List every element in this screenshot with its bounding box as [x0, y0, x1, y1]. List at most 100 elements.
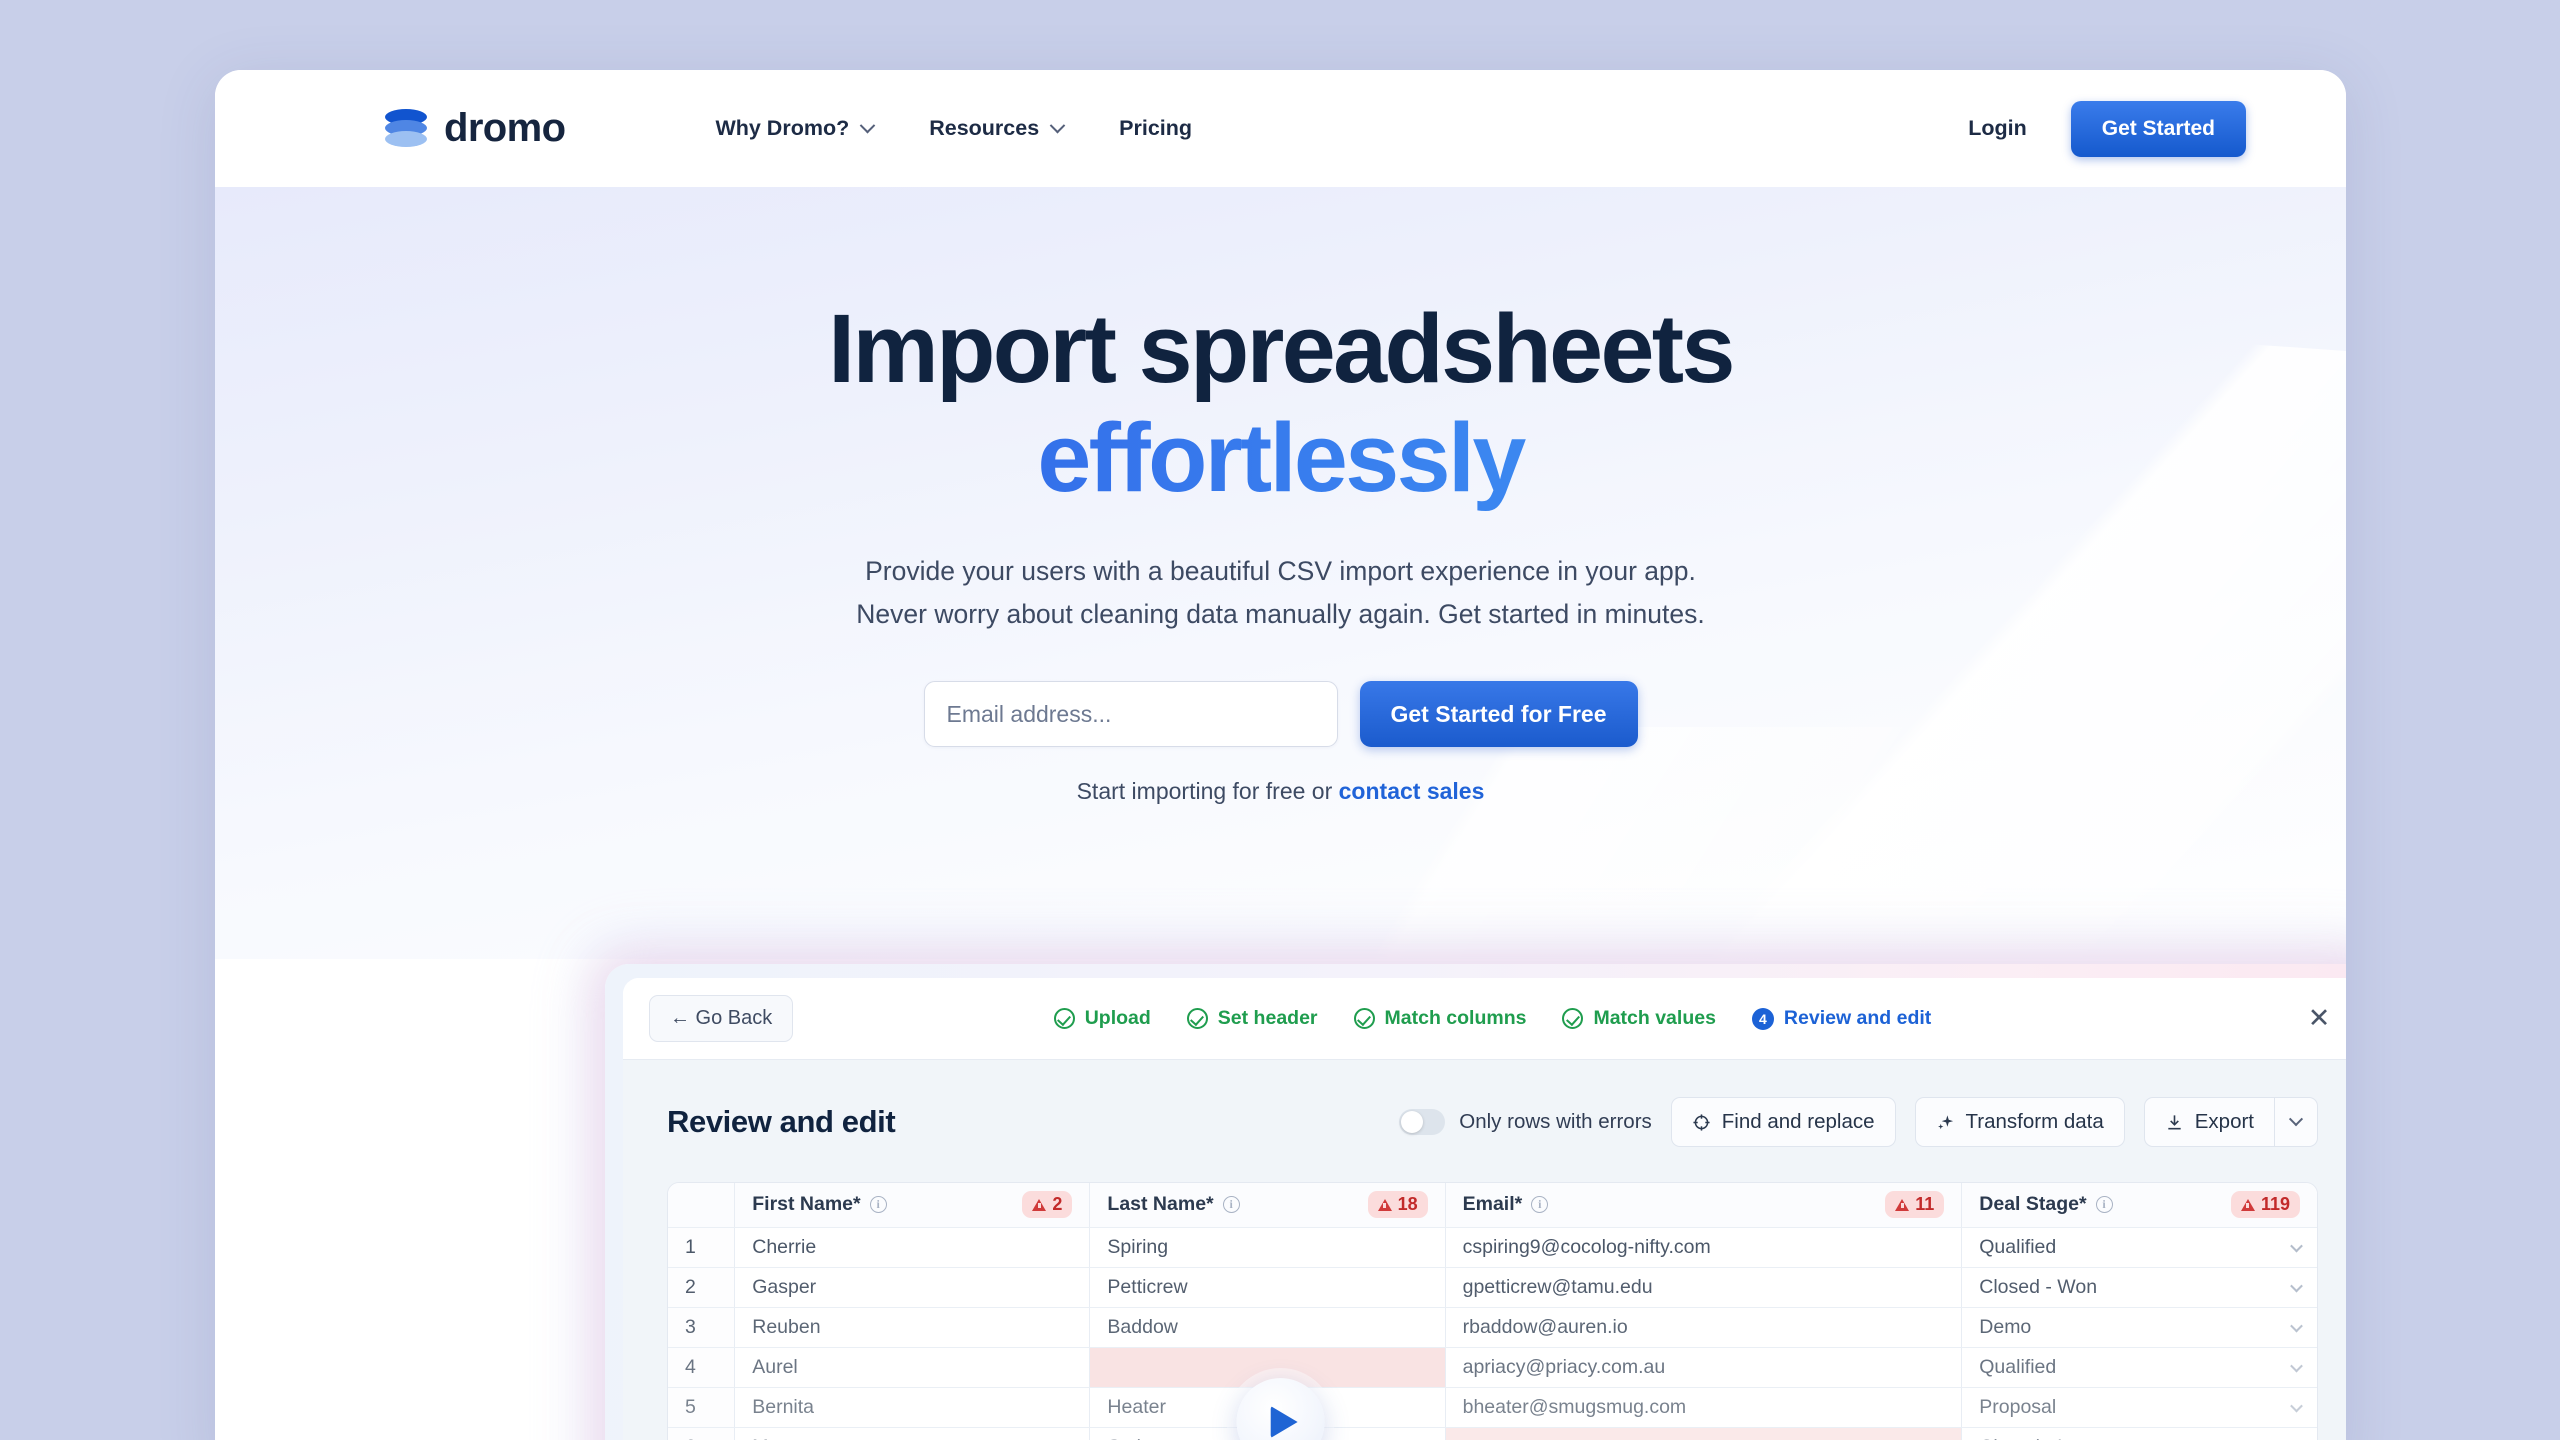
check-circle-icon: [1186, 1008, 1208, 1029]
cell-first-name[interactable]: Aurel: [734, 1347, 1091, 1388]
cell-deal-stage[interactable]: Closed - Won: [1961, 1267, 2317, 1308]
close-icon[interactable]: ✕: [2302, 1002, 2336, 1036]
cell-deal-stage[interactable]: Qualified: [1961, 1227, 2317, 1268]
table-row[interactable]: 5 Bernita Heater bheater@smugsmug.com Pr…: [668, 1387, 2317, 1428]
step-upload[interactable]: Upload: [1053, 1007, 1151, 1030]
info-icon[interactable]: i: [1222, 1196, 1240, 1214]
export-dropdown-button[interactable]: [2274, 1097, 2318, 1147]
table-row[interactable]: 3 Reuben Baddow rbaddow@auren.io Demo: [668, 1307, 2317, 1348]
page-title: Import spreadsheets effortlessly: [215, 294, 2346, 512]
hero-note-prefix: Start importing for free or: [1076, 778, 1339, 805]
find-and-replace-button[interactable]: Find and replace: [1670, 1097, 1896, 1147]
cell-deal-stage[interactable]: Qualified: [1961, 1347, 2317, 1388]
cell-email[interactable]: gpetticrew@tamu.edu: [1445, 1267, 1963, 1308]
email-field[interactable]: [923, 681, 1338, 748]
cell-last-name[interactable]: Petticrew: [1089, 1267, 1446, 1308]
step-set-header[interactable]: Set header: [1186, 1007, 1318, 1030]
row-number: 2: [668, 1267, 736, 1308]
importer-stepper-bar: ← Go Back Upload Set header Match column…: [623, 978, 2346, 1060]
column-header-last-name[interactable]: Last Name* i 18: [1089, 1183, 1446, 1228]
info-icon[interactable]: i: [2095, 1196, 2113, 1214]
cell-first-name[interactable]: Gasper: [734, 1267, 1091, 1308]
cell-first-name[interactable]: Margarete: [734, 1427, 1091, 1440]
nav-item-pricing[interactable]: Pricing: [1119, 116, 1192, 141]
info-icon[interactable]: i: [869, 1196, 887, 1214]
column-header-first-name[interactable]: First Name* i 2: [734, 1183, 1091, 1228]
get-started-for-free-button[interactable]: Get Started for Free: [1359, 681, 1638, 748]
grid-body: 1 Cherrie Spiring cspiring9@cocolog-nift…: [668, 1227, 2317, 1440]
info-icon[interactable]: i: [1531, 1196, 1549, 1214]
transform-data-button[interactable]: Transform data: [1914, 1097, 2125, 1147]
cell-email[interactable]: rbaddow@auren.io: [1445, 1307, 1963, 1348]
stacked-discs-logo-icon: [385, 108, 427, 150]
hero-note: Start importing for free or contact sale…: [215, 778, 2346, 805]
cell-deal-stage[interactable]: Closed - Lost: [1961, 1427, 2317, 1440]
cell-first-name[interactable]: Cherrie: [734, 1227, 1091, 1268]
only-rows-with-errors-toggle[interactable]: Only rows with errors: [1399, 1109, 1652, 1135]
export-button[interactable]: Export: [2143, 1097, 2274, 1147]
data-grid-card: First Name* i 2 Last Name* i 18 Email* i…: [667, 1182, 2318, 1440]
button-label: Find and replace: [1721, 1110, 1875, 1133]
cell-email[interactable]: apriacy@priacy.com.au: [1445, 1347, 1963, 1388]
chevron-down-icon: [2290, 1239, 2303, 1253]
column-label: Last Name*: [1107, 1193, 1214, 1216]
check-circle-icon: [1562, 1008, 1584, 1029]
error-count-badge: 11: [1885, 1191, 1945, 1219]
page-frame: dromo Why Dromo? Resources Pricing Login…: [215, 70, 2346, 1440]
check-circle-icon: [1353, 1008, 1375, 1029]
login-link[interactable]: Login: [1968, 116, 2027, 141]
nav-item-label: Pricing: [1119, 116, 1193, 140]
review-toolbar: Review and edit Only rows with errors Fi…: [667, 1094, 2318, 1150]
table-row[interactable]: 6 Margarete Scrivnner Closed - Lost: [668, 1427, 2317, 1440]
step-review-and-edit[interactable]: 4 Review and edit: [1751, 1007, 1931, 1030]
nav-item-label: Why Dromo?: [715, 116, 850, 140]
column-header-email[interactable]: Email* i 11: [1445, 1183, 1963, 1228]
button-label: Transform data: [1965, 1110, 2104, 1133]
target-icon: [1693, 1113, 1710, 1131]
cell-deal-stage[interactable]: Demo: [1961, 1307, 2317, 1348]
go-back-button[interactable]: ← Go Back: [649, 995, 794, 1042]
cell-email[interactable]: cspiring9@cocolog-nifty.com: [1445, 1227, 1963, 1268]
table-row[interactable]: 1 Cherrie Spiring cspiring9@cocolog-nift…: [668, 1227, 2317, 1268]
column-header-deal-stage[interactable]: Deal Stage* i 119: [1961, 1183, 2317, 1228]
watch-demo-overlay[interactable]: Watch a demo 2 min: [1157, 1378, 1404, 1440]
step-match-columns[interactable]: Match columns: [1353, 1007, 1526, 1030]
row-number-header: [668, 1183, 736, 1228]
hero-subtitle: Provide your users with a beautiful CSV …: [215, 550, 2346, 636]
step-list: Upload Set header Match columns Match va…: [623, 1007, 2346, 1030]
play-button[interactable]: [1236, 1378, 1325, 1440]
table-row[interactable]: 4 Aurel apriacy@priacy.com.au Qualified: [668, 1347, 2317, 1388]
cell-first-name[interactable]: Reuben: [734, 1307, 1091, 1348]
table-row[interactable]: 2 Gasper Petticrew gpetticrew@tamu.edu C…: [668, 1267, 2317, 1308]
cell-deal-stage[interactable]: Proposal: [1961, 1387, 2317, 1428]
check-circle-icon: [1053, 1008, 1075, 1029]
importer-body: Review and edit Only rows with errors Fi…: [623, 1060, 2346, 1440]
top-navigation: dromo Why Dromo? Resources Pricing Login…: [215, 70, 2346, 187]
hero-subtitle-line1: Provide your users with a beautiful CSV …: [865, 556, 1696, 587]
error-count-badge: 119: [2230, 1191, 2300, 1219]
nav-right-actions: Login Get Started: [1968, 100, 2246, 157]
column-label: Deal Stage*: [1979, 1193, 2087, 1216]
cell-email[interactable]: bheater@smugsmug.com: [1445, 1387, 1963, 1428]
row-number: 5: [668, 1387, 736, 1428]
chevron-down-icon: [2290, 1399, 2303, 1413]
get-started-button[interactable]: Get Started: [2070, 100, 2246, 157]
cell-first-name[interactable]: Bernita: [734, 1387, 1091, 1428]
hero-subtitle-line2: Never worry about cleaning data manually…: [856, 599, 1705, 630]
step-label: Set header: [1217, 1007, 1318, 1029]
row-number: 4: [668, 1347, 736, 1388]
nav-item-why-dromo[interactable]: Why Dromo?: [715, 116, 876, 141]
nav-item-resources[interactable]: Resources: [929, 116, 1066, 141]
warning-icon: [1895, 1198, 1910, 1211]
toggle-switch[interactable]: [1399, 1109, 1446, 1135]
hero-section: Import spreadsheets effortlessly Provide…: [215, 187, 2346, 959]
step-match-values[interactable]: Match values: [1562, 1007, 1716, 1030]
cell-last-name[interactable]: Baddow: [1089, 1307, 1446, 1348]
cell-value: Closed - Won: [1979, 1275, 2098, 1298]
brand-logo[interactable]: dromo: [385, 106, 566, 151]
cell-last-name[interactable]: Spiring: [1089, 1227, 1446, 1268]
cell-value: Qualified: [1979, 1235, 2057, 1258]
cell-email[interactable]: [1445, 1427, 1963, 1440]
warning-icon: [2240, 1198, 2255, 1211]
contact-sales-link[interactable]: contact sales: [1339, 778, 1485, 804]
